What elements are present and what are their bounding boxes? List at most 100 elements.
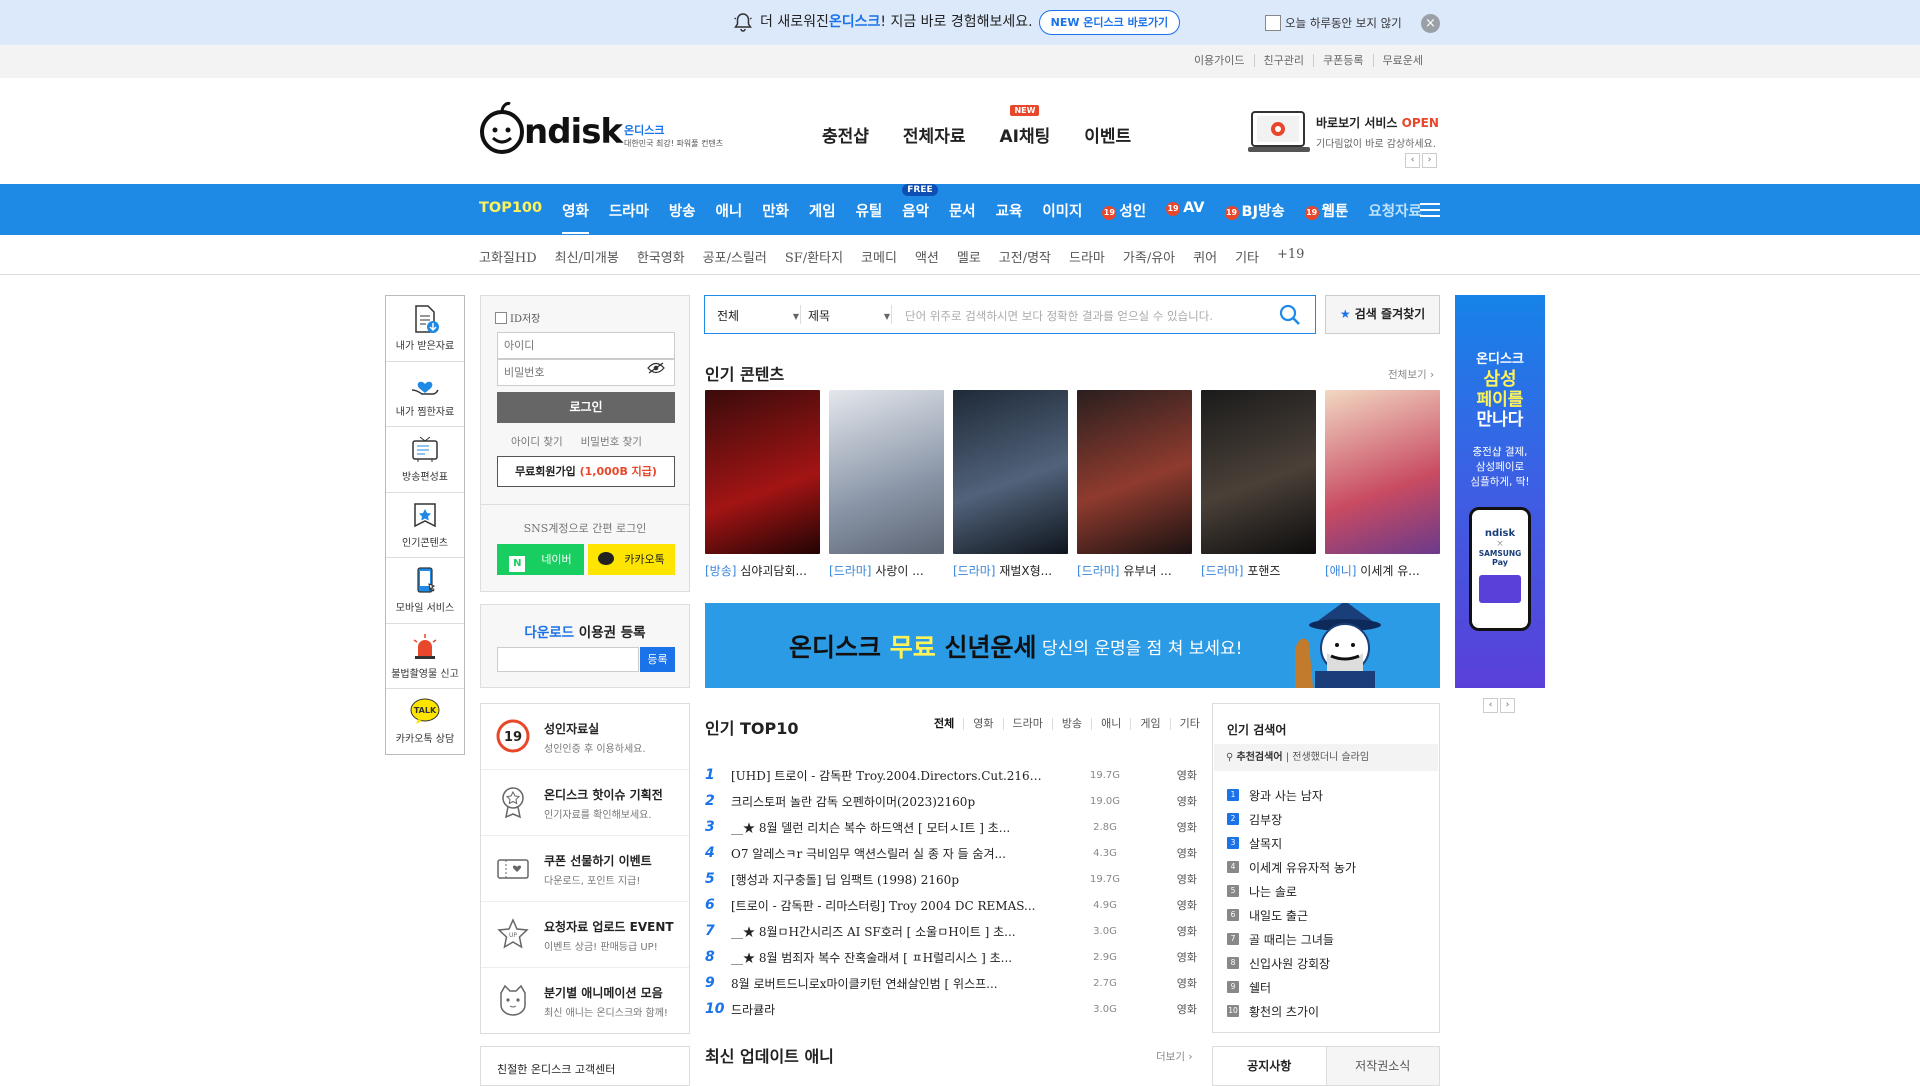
recommend-item[interactable]: 전생했더니 슬라임: [1292, 752, 1369, 763]
table-row[interactable]: 10 드라큘라 3.0G 영화: [705, 996, 1197, 1022]
sub-cat-family[interactable]: 가족/유아: [1123, 247, 1175, 266]
table-row[interactable]: 6 [트로이 - 감독판 - 리마스터링] Troy 2004 DC REMAS.…: [705, 892, 1197, 918]
gnb-ai-chat[interactable]: NEW AI채팅: [999, 105, 1050, 147]
notice-close-icon[interactable]: ×: [1421, 14, 1440, 33]
poster-card[interactable]: [애니] 이세계 유...: [1325, 390, 1440, 579]
list-item[interactable]: 2 김부장: [1227, 807, 1356, 831]
hide-today-toggle[interactable]: 오늘 하루동안 보지 않기: [1265, 14, 1402, 32]
top10-tab-game[interactable]: 게임: [1130, 718, 1169, 730]
list-item[interactable]: 4 이세계 유유자적 농가: [1227, 855, 1356, 879]
poster-card[interactable]: [드라마] 포핸즈: [1201, 390, 1316, 579]
util-link-friends[interactable]: 친구관리: [1253, 54, 1313, 67]
kakao-login-button[interactable]: 카카오톡: [588, 544, 675, 575]
quick-report[interactable]: 불법촬영물 신고: [386, 624, 464, 689]
quick-schedule[interactable]: 방송편성표: [386, 427, 464, 493]
poster-card[interactable]: [방송] 심야괴담회...: [705, 390, 820, 579]
list-item[interactable]: 3 살목지: [1227, 831, 1356, 855]
quick-mobile[interactable]: 모바일 서비스: [386, 558, 464, 624]
sub-cat-queer[interactable]: 퀴어: [1193, 247, 1217, 266]
eye-off-icon[interactable]: [647, 362, 665, 374]
poster-card[interactable]: [드라마] 사랑이 ...: [829, 390, 944, 579]
table-row[interactable]: 5 [행성과 지구충돌] 딥 임팩트 (1998) 2160p 19.7G 영화: [705, 866, 1197, 892]
sub-cat-melo[interactable]: 멜로: [957, 247, 981, 266]
top10-tab-movie[interactable]: 영화: [963, 718, 1002, 730]
event-item-hotissue[interactable]: 온디스크 핫이슈 기획전 인기자료를 확인해보세요.: [481, 770, 689, 836]
sub-cat-drama[interactable]: 드라마: [1069, 247, 1105, 266]
id-save-toggle[interactable]: ID저장: [495, 310, 540, 325]
list-item[interactable]: 5 나는 솔로: [1227, 879, 1356, 903]
sub-cat-classic[interactable]: 고전/명작: [999, 247, 1051, 266]
cat-doc[interactable]: 문서: [949, 200, 976, 234]
fortune-banner[interactable]: 온디스크 무료 신년운세 당신의 운명을 점 쳐 보세요!: [705, 603, 1440, 688]
coupon-code-input[interactable]: [497, 647, 639, 672]
cat-drama[interactable]: 드라마: [609, 200, 649, 234]
top10-tab-all[interactable]: 전체: [925, 718, 963, 730]
quick-kakao[interactable]: TALK 카카오톡 상담: [386, 689, 464, 755]
quick-popular[interactable]: 인기콘텐츠: [386, 493, 464, 558]
hamburger-menu-icon[interactable]: [1420, 202, 1440, 218]
naver-login-button[interactable]: N 네이버: [497, 544, 584, 575]
samsung-pay-ad[interactable]: 온디스크 삼성 페이를 만나다 충전샵 결제, 삼성페이로 심플하게, 딱! n…: [1455, 295, 1545, 688]
list-item[interactable]: 9 쉘터: [1227, 975, 1356, 999]
list-item[interactable]: 10 황천의 츠가이: [1227, 999, 1356, 1023]
table-row[interactable]: 9 8월 로버트드니로x마이클키턴 연쇄살인범 [ 위스프... 2.7G 영화: [705, 970, 1197, 996]
sub-cat-horror[interactable]: 공포/스릴러: [703, 247, 767, 266]
id-save-checkbox[interactable]: [495, 311, 507, 324]
find-id-link[interactable]: 아이디 찾기: [511, 434, 563, 449]
quick-received[interactable]: 내가 받은자료: [386, 296, 464, 362]
table-row[interactable]: 7 __★ 8월ㅁH간시리즈 AI SF호러 [ 소울ㅁH이트 ] 초... 3.0…: [705, 918, 1197, 944]
event-item-coupon[interactable]: 쿠폰 선물하기 이벤트 다운로드, 포인트 지급!: [481, 836, 689, 902]
latest-anime-more-link[interactable]: 더보기 ›: [1156, 1049, 1193, 1064]
top10-tab-etc[interactable]: 기타: [1169, 718, 1209, 730]
table-row[interactable]: 3 __★ 8월 델런 리치슨 복수 하드액션 [ 모터ㅅI트 ] 초... 2.8…: [705, 814, 1197, 840]
sub-cat-etc[interactable]: 기타: [1235, 247, 1259, 266]
sub-cat-hd[interactable]: 고화질HD: [479, 247, 537, 266]
sub-cat-comedy[interactable]: 코메디: [861, 247, 897, 266]
join-button[interactable]: 무료회원가입 (1,000B 지급): [497, 456, 675, 487]
sub-cat-latest[interactable]: 최신/미개봉: [555, 247, 619, 266]
gnb-all[interactable]: 전체자료: [903, 122, 966, 147]
event-item-anime[interactable]: 분기별 애니메이션 모음 최신 애니는 온디스크와 함께!: [481, 968, 689, 1034]
cat-av[interactable]: 19 AV: [1166, 200, 1205, 234]
id-input[interactable]: [497, 332, 675, 359]
cat-music[interactable]: FREE 음악: [902, 184, 938, 234]
top10-tab-broadcast[interactable]: 방송: [1051, 718, 1091, 730]
cat-anime[interactable]: 애니: [716, 200, 743, 234]
sub-cat-korean[interactable]: 한국영화: [637, 247, 685, 266]
top10-tab-anime[interactable]: 애니: [1091, 718, 1130, 730]
util-link-guide[interactable]: 이용가이드: [1185, 54, 1254, 67]
hide-today-checkbox[interactable]: [1265, 15, 1281, 31]
customer-center-box[interactable]: 친절한 온디스크 고객센터: [480, 1046, 690, 1086]
cat-top100[interactable]: TOP100: [479, 200, 542, 234]
cat-adult[interactable]: 19 성인: [1102, 200, 1146, 234]
find-pw-link[interactable]: 비밀번호 찾기: [581, 434, 642, 449]
site-logo[interactable]: ndisk 온디스크 대한민국 최강! 파워풀 컨텐츠: [478, 100, 738, 158]
event-item-adult[interactable]: 19 성인자료실 성인인증 후 이용하세요.: [481, 704, 689, 770]
sub-cat-19[interactable]: +19: [1277, 247, 1304, 266]
search-input[interactable]: 단어 위주로 검색하시면 보다 정확한 결과를 얻으실 수 있습니다.: [905, 308, 1213, 324]
search-field-select[interactable]: 제목 ▼: [808, 307, 890, 324]
event-item-request[interactable]: UP 요청자료 업로드 EVENT 이벤트 상금! 판매등급 UP!: [481, 902, 689, 968]
sub-cat-action[interactable]: 액션: [915, 247, 939, 266]
table-row[interactable]: 1 [UHD] 트로이 - 감독판 Troy.2004.Directors.Cut…: [705, 762, 1197, 788]
poster-card[interactable]: [드라마] 유부녀 ...: [1077, 390, 1192, 579]
cat-util[interactable]: 유틸: [856, 200, 883, 234]
cat-edu[interactable]: 교육: [996, 200, 1023, 234]
cat-webtoon[interactable]: 19 웹툰: [1304, 200, 1348, 234]
gnb-shop[interactable]: 충전샵: [822, 122, 869, 147]
search-icon[interactable]: [1279, 304, 1301, 326]
table-row[interactable]: 2 크리스토퍼 놀란 감독 오펜하이머(2023)2160p 19.0G 영화: [705, 788, 1197, 814]
coupon-register-button[interactable]: 등록: [640, 647, 675, 672]
sub-cat-sf[interactable]: SF/환타지: [785, 247, 843, 266]
new-ondisk-button[interactable]: NEW 온디스크 바로가기: [1038, 9, 1181, 35]
popular-more-link[interactable]: 전체보기 ›: [1388, 367, 1434, 382]
prev-arrow-icon[interactable]: ‹: [1483, 698, 1498, 713]
list-item[interactable]: 7 골 때리는 그녀들: [1227, 927, 1356, 951]
top10-tab-drama[interactable]: 드라마: [1002, 718, 1052, 730]
login-button[interactable]: 로그인: [497, 392, 675, 423]
cat-broadcast[interactable]: 방송: [669, 200, 696, 234]
table-row[interactable]: 4 O7 알레스ㅋr 극비임무 액션스릴러 실 종 자 들 숨겨... 4.3G 영화: [705, 840, 1197, 866]
prev-arrow-icon[interactable]: ‹: [1405, 153, 1420, 168]
recommend-search-row[interactable]: ⚲ 추천검색어 | 전생했더니 슬라임: [1214, 744, 1438, 771]
list-item[interactable]: 8 신입사원 강회장: [1227, 951, 1356, 975]
